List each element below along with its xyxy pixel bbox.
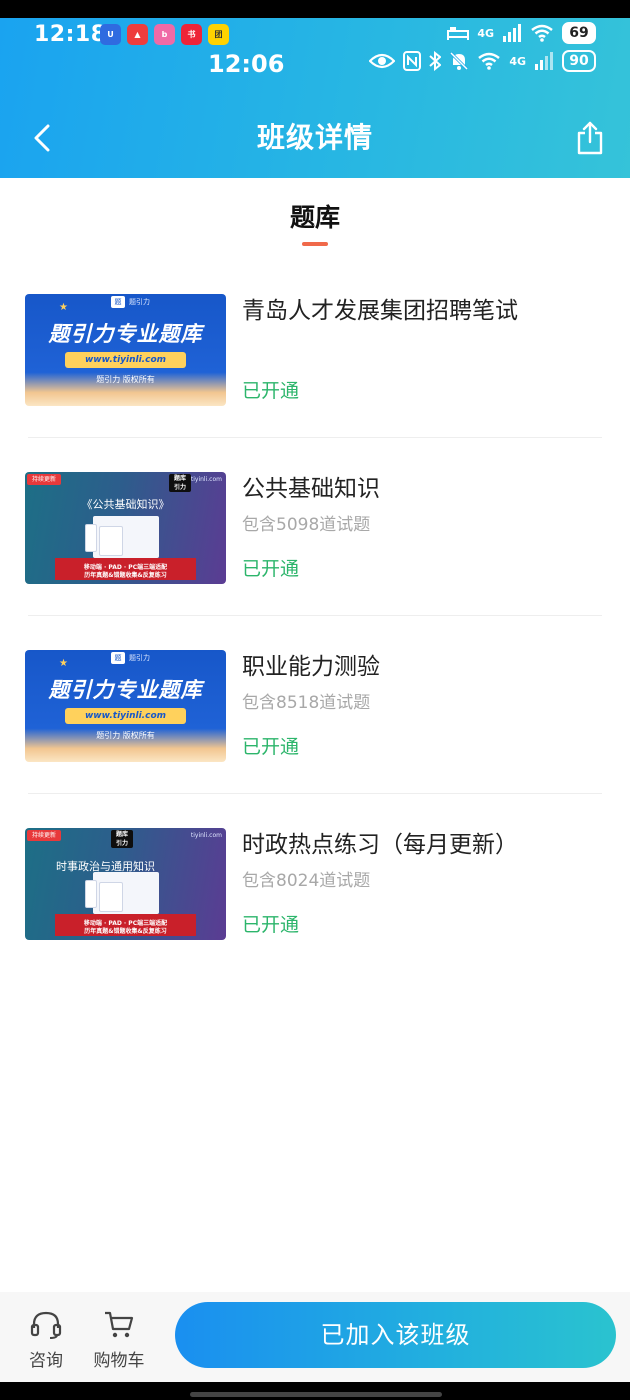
phone-illustration	[85, 880, 97, 908]
top-edge	[0, 0, 630, 18]
bed-icon	[447, 27, 470, 40]
mute-bell-icon	[450, 51, 469, 71]
star-decoration-icon: ★	[59, 302, 68, 313]
nav-bar: 班级详情	[0, 110, 630, 166]
logo-mark-icon: 题	[111, 652, 125, 664]
bottom-action-bar: 咨询 购物车 已加入该班级	[0, 1292, 630, 1382]
update-badge: 持续更新	[27, 474, 62, 485]
consult-button[interactable]: 咨询	[16, 1310, 76, 1371]
tablet-illustration	[99, 882, 123, 912]
list-item[interactable]: ★ 题 题引力 题引力专业题库 www.tiyinli.com 题引力 版权所有…	[0, 260, 630, 438]
bilibili-app-icon: b	[154, 24, 175, 45]
bluetooth-icon	[429, 51, 442, 71]
brand-line-2: 引力	[115, 840, 128, 847]
item-info: 公共基础知识 包含5098道试题 已开通	[242, 474, 610, 580]
thumbnail-copyright: 题引力 版权所有	[96, 375, 155, 384]
brand-logo: 题库 引力	[169, 474, 191, 492]
consult-label: 咨询	[29, 1351, 63, 1371]
thumbnail-url: www.tiyinli.com	[65, 352, 186, 368]
item-status: 已开通	[242, 914, 300, 936]
thumbnail-url: tiyinli.com	[190, 476, 222, 483]
item-title: 青岛人才发展集团招聘笔试	[242, 298, 518, 324]
brand-name: 题引力	[129, 298, 150, 306]
course-thumbnail: ★ 题 题引力 题引力专业题库 www.tiyinli.com 题引力 版权所有	[25, 294, 226, 406]
secondary-status: 4G 90	[369, 50, 596, 72]
item-title: 公共基础知识	[242, 476, 380, 502]
network-type-label-secondary: 4G	[509, 54, 526, 68]
brand-logo: 题 题引力	[111, 652, 150, 664]
update-badge: 持续更新	[27, 830, 62, 841]
status-right: 4G 69	[447, 22, 596, 44]
item-title: 时政热点练习（每月更新）	[242, 832, 518, 858]
tab-question-bank[interactable]: 题库	[0, 198, 630, 246]
cellular-signal-icon	[503, 24, 521, 42]
list-item[interactable]: 持续更新 题库 引力 tiyinli.com 《公共基础知识》 移动端 · PA…	[0, 438, 630, 616]
cart-button[interactable]: 购物车	[89, 1310, 149, 1371]
brand-logo: 题 题引力	[111, 296, 150, 308]
item-status: 已开通	[242, 736, 300, 758]
star-decoration-icon: ★	[59, 658, 68, 669]
question-bank-list: ★ 题 题引力 题引力专业题库 www.tiyinli.com 题引力 版权所有…	[0, 260, 630, 972]
page-title: 班级详情	[256, 121, 373, 154]
logo-mark-icon: 题	[111, 296, 125, 308]
tab-label: 题库	[289, 203, 340, 232]
item-info: 青岛人才发展集团招聘笔试 已开通	[242, 296, 610, 402]
app-header: 12:18 U ▲ b 书 团 4G 69 12:06 4G 90 班级详情	[0, 18, 630, 178]
share-icon	[577, 121, 603, 155]
battery-indicator-secondary: 90	[562, 50, 596, 72]
feature-line-2: 历年真题&错题收集&反复练习	[84, 928, 167, 935]
thumbnail-title: 《公共基础知识》	[81, 498, 170, 511]
thumbnail-title: 题引力专业题库	[48, 322, 203, 346]
brand-line-1: 题库	[115, 831, 128, 838]
item-question-count	[242, 332, 610, 354]
headset-icon	[30, 1311, 62, 1339]
item-status: 已开通	[242, 380, 300, 402]
wifi-icon-secondary	[478, 52, 501, 70]
phone-illustration	[85, 524, 97, 552]
feature-line-2: 历年真题&错题收集&反复练习	[84, 572, 167, 579]
shield-app-icon: U	[100, 24, 121, 45]
brand-name: 题引力	[129, 654, 150, 662]
wifi-icon	[531, 24, 553, 42]
tab-active-indicator	[302, 242, 328, 246]
item-info: 时政热点练习（每月更新） 包含8024道试题 已开通	[242, 830, 610, 936]
secondary-time: 12:06	[208, 50, 285, 78]
tablet-illustration	[99, 526, 123, 556]
course-thumbnail: 持续更新 题库 引力 tiyinli.com 时事政治与通用知识 移动端 · P…	[25, 828, 226, 940]
item-info: 职业能力测验 包含8518道试题 已开通	[242, 652, 610, 758]
nfc-icon	[403, 51, 422, 71]
course-thumbnail: 持续更新 题库 引力 tiyinli.com 《公共基础知识》 移动端 · PA…	[25, 472, 226, 584]
item-status: 已开通	[242, 558, 300, 580]
eye-icon	[369, 53, 396, 69]
brand-line-2: 引力	[173, 484, 186, 491]
shopping-cart-icon	[105, 1311, 134, 1338]
item-question-count: 包含5098道试题	[242, 515, 371, 535]
brand-logo: 题库 引力	[111, 830, 133, 848]
thumbnail-url: www.tiyinli.com	[65, 708, 186, 724]
status-time: 12:18	[34, 22, 107, 47]
thumbnail-copyright: 题引力 版权所有	[96, 731, 155, 740]
home-indicator[interactable]	[190, 1392, 442, 1397]
network-type-label: 4G	[477, 26, 494, 40]
thumbnail-url: tiyinli.com	[190, 832, 222, 839]
list-item[interactable]: ★ 题 题引力 题引力专业题库 www.tiyinli.com 题引力 版权所有…	[0, 616, 630, 794]
brand-line-1: 题库	[173, 475, 186, 482]
battery-indicator: 69	[562, 22, 596, 44]
item-title: 职业能力测验	[242, 654, 380, 680]
list-item[interactable]: 持续更新 题库 引力 tiyinli.com 时事政治与通用知识 移动端 · P…	[0, 794, 630, 972]
cellular-signal-icon-secondary	[535, 52, 553, 70]
joined-class-button[interactable]: 已加入该班级	[175, 1302, 616, 1368]
xiaohongshu-app-icon: 书	[181, 24, 202, 45]
meituan-app-icon: 团	[208, 24, 229, 45]
item-question-count: 包含8518道试题	[242, 693, 371, 713]
share-button[interactable]	[570, 116, 610, 160]
system-nav-bar	[0, 1382, 630, 1400]
status-app-icons: U ▲ b 书 团	[100, 24, 229, 45]
item-question-count: 包含8024道试题	[242, 871, 371, 891]
thumbnail-title: 题引力专业题库	[48, 678, 203, 702]
a-app-icon: ▲	[127, 24, 148, 45]
cart-label: 购物车	[93, 1351, 145, 1371]
course-thumbnail: ★ 题 题引力 题引力专业题库 www.tiyinli.com 题引力 版权所有	[25, 650, 226, 762]
